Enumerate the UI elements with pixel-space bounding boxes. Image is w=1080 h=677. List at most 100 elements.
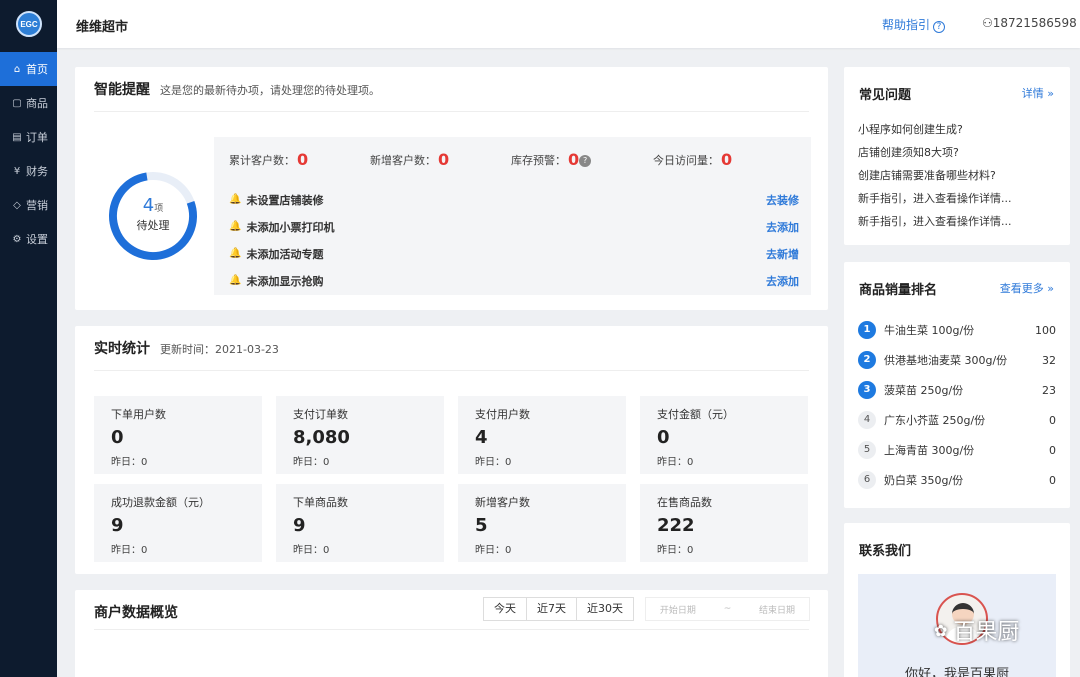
help-guide-link[interactable]: 帮助指引?	[882, 16, 946, 33]
finance-icon: ¥	[13, 165, 21, 177]
metric-value: 222	[657, 515, 695, 536]
question-icon[interactable]: ?	[579, 155, 592, 167]
rank-product-name: 菠菜苗 250g/份	[884, 384, 964, 397]
rank-number: 5	[858, 441, 876, 459]
brand-logo[interactable]: EGC	[16, 11, 42, 37]
sidebar-item-label: 首页	[26, 63, 48, 76]
metric-yesterday: 昨日：0	[475, 457, 512, 468]
rank-number: 6	[858, 471, 876, 489]
card-subtitle: 这是您的最新待办项，请处理您的待处理项。	[160, 84, 380, 97]
bell-icon: 🔔	[229, 194, 242, 205]
stat-label: 累计客户数：	[229, 154, 295, 167]
range-30-days-button[interactable]: 近30天	[577, 598, 633, 620]
stat-value: 0	[568, 150, 580, 169]
card-header: 智能提醒 这是您的最新待办项，请处理您的待处理项。	[94, 79, 809, 112]
rank-item[interactable]: 4 广东小芥蓝 250g/份 0	[858, 405, 1056, 435]
todo-item: 🔔 未设置店铺装修 去装修	[229, 186, 799, 213]
stat-today-visits: 今日访问量： 0	[653, 150, 732, 169]
start-date-input[interactable]: 开始日期	[660, 603, 696, 616]
card-title: 商品销量排名	[859, 283, 938, 298]
stats-row: 累计客户数： 0 新增客户数： 0 库存预警： 0? 今日访问量： 0	[229, 150, 799, 170]
stat-total-customers: 累计客户数： 0	[229, 150, 308, 169]
wechat-icon: ✿	[934, 620, 948, 640]
card-header: 实时统计 更新时间：2021-03-23	[94, 338, 809, 371]
rank-sales: 0	[1049, 443, 1056, 457]
metric-yesterday: 昨日：0	[293, 457, 330, 468]
todo-action-link[interactable]: 去装修	[766, 192, 799, 208]
merchant-overview-card: 商户数据概览 今天 近7天 近30天 开始日期 ~ 结束日期	[75, 590, 828, 677]
stat-label: 库存预警：	[511, 154, 566, 167]
bell-icon: 🔔	[229, 221, 242, 232]
metric-yesterday: 昨日：0	[475, 545, 512, 556]
rank-item[interactable]: 5 上海青苗 300g/份 0	[858, 435, 1056, 465]
sidebar-item-label: 财务	[26, 165, 48, 178]
rank-item[interactable]: 6 奶白菜 350g/份 0	[858, 465, 1056, 495]
metric-label: 在售商品数	[657, 496, 712, 509]
todo-action-link[interactable]: 去添加	[766, 273, 799, 289]
settings-icon: ⚙	[12, 233, 22, 245]
sidebar-item-finance[interactable]: ¥ 财务	[0, 154, 57, 188]
metric-value: 4	[475, 427, 488, 448]
range-7-days-button[interactable]: 近7天	[527, 598, 577, 620]
metric-value: 9	[111, 515, 124, 536]
end-date-input[interactable]: 结束日期	[759, 603, 795, 616]
rank-item[interactable]: 1 牛油生菜 100g/份 100	[858, 315, 1056, 345]
date-separator: ~	[723, 604, 732, 614]
metric-paid-amount: 支付金额（元） 0 昨日：0	[640, 396, 808, 474]
todo-action-link[interactable]: 去新增	[766, 246, 799, 262]
faq-item[interactable]: 小程序如何创建生成?	[858, 121, 1058, 144]
sidebar-item-orders[interactable]: ▤ 订单	[0, 120, 57, 154]
faq-item[interactable]: 店铺创建须知8大项?	[858, 144, 1058, 167]
top-header: 维维超市 帮助指引? ⚇18721586598	[57, 0, 1080, 48]
pending-label: 待处理	[136, 219, 170, 232]
faq-card: 常见问题 详情 » 小程序如何创建生成? 店铺创建须知8大项? 创建店铺需要准备…	[844, 67, 1070, 245]
home-icon: ⌂	[13, 63, 21, 75]
faq-item[interactable]: 新手指引，进入查看操作详情...	[858, 213, 1058, 236]
ranking-more-link[interactable]: 查看更多 »	[1000, 280, 1054, 296]
faq-details-link[interactable]: 详情 »	[1022, 85, 1054, 101]
metric-yesterday: 昨日：0	[111, 545, 148, 556]
stat-value: 0	[721, 150, 733, 169]
rank-sales: 23	[1042, 383, 1056, 397]
rank-item[interactable]: 2 供港基地油麦菜 300g/份 32	[858, 345, 1056, 375]
rank-sales: 0	[1049, 413, 1056, 427]
user-account[interactable]: ⚇18721586598	[982, 16, 1077, 30]
date-range-picker[interactable]: 开始日期 ~ 结束日期	[645, 597, 810, 621]
card-title: 实时统计	[94, 341, 150, 357]
card-title: 商户数据概览	[94, 605, 178, 621]
date-range-tabs: 今天 近7天 近30天	[483, 597, 634, 621]
pending-count: 4	[142, 195, 155, 216]
watermark-text: 百果厨	[953, 620, 1020, 645]
metric-value: 0	[657, 427, 670, 448]
bell-icon: 🔔	[229, 248, 242, 259]
help-guide-label: 帮助指引	[882, 18, 931, 32]
rank-sales: 0	[1049, 473, 1056, 487]
store-name: 维维超市	[76, 20, 129, 35]
metric-value: 5	[475, 515, 488, 536]
faq-item[interactable]: 新手指引，进入查看操作详情...	[858, 190, 1058, 213]
bag-icon: ▢	[12, 97, 22, 109]
todo-action-link[interactable]: 去添加	[766, 219, 799, 235]
sidebar-item-products[interactable]: ▢ 商品	[0, 86, 57, 120]
rank-item[interactable]: 3 菠菜苗 250g/份 23	[858, 375, 1056, 405]
contact-us-card: 联系我们 你好，我是百果厨	[844, 523, 1070, 677]
metric-label: 下单商品数	[293, 496, 348, 509]
sidebar-item-label: 商品	[26, 97, 48, 110]
stat-stock-alert: 库存预警： 0?	[511, 150, 592, 169]
range-today-button[interactable]: 今天	[484, 598, 527, 620]
metric-yesterday: 昨日：0	[657, 545, 694, 556]
sidebar-item-home[interactable]: ⌂ 首页	[0, 52, 57, 86]
metric-order-users: 下单用户数 0 昨日：0	[94, 396, 262, 474]
sidebar-item-marketing[interactable]: ◇ 营销	[0, 188, 57, 222]
rank-number: 4	[858, 411, 876, 429]
faq-list: 小程序如何创建生成? 店铺创建须知8大项? 创建店铺需要准备哪些材料? 新手指引…	[858, 121, 1058, 236]
todo-text: 未设置店铺装修	[246, 193, 324, 207]
metric-label: 支付订单数	[293, 408, 348, 421]
reminder-panel: 累计客户数： 0 新增客户数： 0 库存预警： 0? 今日访问量： 0 🔔 未设置店铺装…	[214, 137, 811, 295]
contact-greeting: 你好，我是百果厨	[904, 667, 1009, 677]
sidebar-item-label: 营销	[26, 199, 48, 212]
sidebar-item-settings[interactable]: ⚙ 设置	[0, 222, 57, 256]
todo-text: 未添加小票打印机	[246, 220, 335, 234]
metric-paid-orders: 支付订单数 8,080 昨日：0	[276, 396, 444, 474]
faq-item[interactable]: 创建店铺需要准备哪些材料?	[858, 167, 1058, 190]
